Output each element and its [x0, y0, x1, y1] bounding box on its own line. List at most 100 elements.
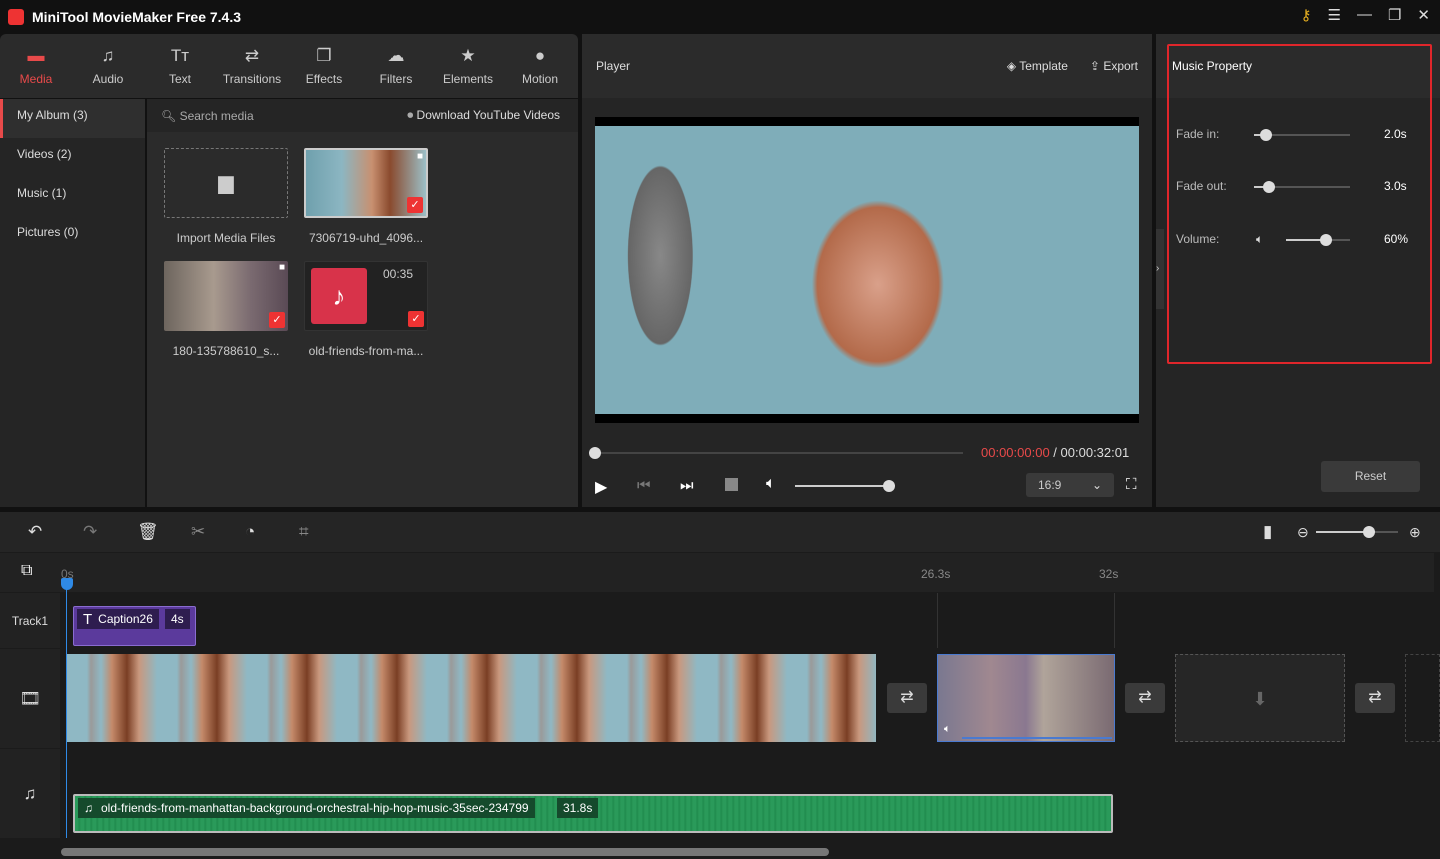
- layers-icon: ◈: [1006, 59, 1020, 73]
- previous-frame-button[interactable]: ⏮: [637, 477, 651, 494]
- import-media-button[interactable]: ▆: [164, 148, 288, 218]
- video-preview: [595, 117, 1139, 423]
- added-check-icon: ✓: [408, 311, 424, 327]
- speaker-icon: 🔈︎: [1256, 231, 1264, 246]
- undo-icon[interactable]: ↶: [28, 522, 42, 542]
- caption-clip[interactable]: T Caption26 4s: [73, 606, 196, 646]
- clip-audio-icon: 🔈︎: [944, 723, 951, 735]
- effects-icon: ❐: [316, 46, 332, 65]
- tab-transitions[interactable]: ⇄ Transitions: [216, 34, 288, 98]
- music-property-title: Music Property: [1172, 59, 1253, 73]
- transition-slot[interactable]: ⇄: [887, 683, 927, 713]
- volume-icon[interactable]: 🔈︎: [766, 475, 776, 493]
- crop-icon[interactable]: ⌗: [299, 522, 309, 542]
- player-panel: Player ◈ Template ⇪ Export 00:00:00:00 /…: [582, 34, 1152, 507]
- speed-icon[interactable]: ◔: [245, 522, 255, 542]
- zoom-in-icon[interactable]: ⊕: [1409, 524, 1421, 541]
- export-button[interactable]: ⇪ Export: [1090, 59, 1138, 73]
- playhead-handle[interactable]: [61, 578, 73, 590]
- sidebar-item-music[interactable]: Music (1): [0, 177, 145, 216]
- stop-button[interactable]: [725, 478, 738, 491]
- fullscreen-icon[interactable]: ⛶: [1126, 476, 1137, 493]
- audio-track-header: ♫: [0, 749, 60, 838]
- music-note-icon: ♫: [84, 801, 93, 815]
- track1-header: Track1: [0, 593, 60, 648]
- search-icon: 🔍︎: [161, 108, 180, 123]
- added-check-icon: ✓: [407, 197, 423, 213]
- empty-clip-placeholder[interactable]: ⬇: [1175, 654, 1345, 742]
- close-icon[interactable]: ✕: [1417, 6, 1430, 24]
- volume-slider[interactable]: [795, 480, 895, 492]
- collapse-panel-handle[interactable]: ›: [1156, 229, 1164, 309]
- split-icon[interactable]: ✂: [191, 522, 205, 542]
- minimize-icon[interactable]: —: [1357, 6, 1372, 24]
- sidebar-item-my-album[interactable]: My Album (3): [0, 99, 145, 138]
- delete-icon[interactable]: 🗑︎: [137, 522, 159, 542]
- media-library: 🔍︎ Search media ⏺ Download YouTube Video…: [147, 99, 578, 507]
- sidebar-item-videos[interactable]: Videos (2): [0, 138, 145, 177]
- music-note-icon: ♫: [23, 783, 37, 803]
- fade-in-slider[interactable]: [1254, 129, 1350, 141]
- key-icon[interactable]: ⚷: [1301, 6, 1312, 24]
- film-icon: 🎞︎: [19, 688, 41, 708]
- zoom-out-icon[interactable]: ⊖: [1297, 524, 1309, 541]
- sidebar-item-pictures[interactable]: Pictures (0): [0, 216, 145, 255]
- search-input[interactable]: 🔍︎ Search media: [161, 109, 254, 123]
- folder-icon: ▬: [27, 46, 45, 65]
- video-clip-2[interactable]: 🔈︎: [937, 654, 1115, 742]
- swap-arrows-icon: ⇄: [244, 46, 260, 65]
- media-toolbar: ▬ Media ♫ Audio Tт Text ⇄ Transitions ❐ Effec…: [0, 34, 578, 98]
- timeline-ruler[interactable]: ⧉ 0s 26.3s 32s: [0, 553, 1434, 592]
- reset-button[interactable]: Reset: [1321, 461, 1420, 492]
- media-item-music[interactable]: ♪ 00:35 ✓: [304, 261, 428, 331]
- timeline-scrollbar[interactable]: [61, 848, 829, 856]
- tab-filters[interactable]: ☁ Filters: [360, 34, 432, 98]
- album-sidebar: My Album (3) Videos (2) Music (1) Pictur…: [0, 99, 145, 507]
- youtube-icon: ⏺: [407, 108, 417, 122]
- transition-slot[interactable]: ⇄: [1355, 683, 1395, 713]
- tab-text[interactable]: Tт Text: [144, 34, 216, 98]
- title-bar: MiniTool MovieMaker Free 7.4.3 ⚷ ☰ — ❐ ✕: [0, 0, 1440, 33]
- app-logo: [8, 8, 24, 25]
- timeline-toolbar: ↶ ↷ 🗑︎ ✂ ◔ ⌗ ▮ ⊖ ⊕: [0, 512, 1440, 552]
- next-frame-button[interactable]: ⏭: [680, 477, 694, 494]
- aspect-ratio-select[interactable]: 16:9 ⌄: [1026, 473, 1114, 497]
- tab-motion[interactable]: ● Motion: [504, 34, 576, 98]
- add-track-icon[interactable]: ⧉: [21, 562, 32, 580]
- elements-icon: ★: [460, 46, 476, 65]
- added-check-icon: ✓: [269, 312, 285, 328]
- tab-media[interactable]: ▬ Media: [0, 34, 72, 98]
- menu-icon[interactable]: ☰: [1328, 6, 1341, 24]
- motion-icon: ●: [534, 46, 546, 65]
- media-item-video-1[interactable]: ■ ✓: [304, 148, 428, 218]
- video-icon: ■: [416, 151, 423, 162]
- upload-icon: ⇪: [1089, 59, 1104, 73]
- video-icon: ■: [278, 262, 285, 273]
- seek-slider[interactable]: [589, 447, 963, 459]
- text-icon: T: [83, 610, 93, 628]
- music-volume-slider[interactable]: [1286, 234, 1350, 246]
- music-property-highlight: [1167, 44, 1432, 364]
- playhead[interactable]: [66, 578, 67, 838]
- media-item-video-2[interactable]: ■ ✓: [164, 261, 288, 331]
- timeline-zoom-slider[interactable]: [1316, 526, 1398, 538]
- text-icon: Tт: [170, 46, 190, 65]
- tab-elements[interactable]: ★ Elements: [432, 34, 504, 98]
- redo-icon[interactable]: ↷: [83, 522, 97, 542]
- fade-out-slider[interactable]: [1254, 181, 1350, 193]
- video-track-header: 🎞︎: [0, 649, 60, 748]
- play-button[interactable]: ▶: [595, 477, 607, 497]
- audio-clip[interactable]: ♫ old-friends-from-manhattan-background-o…: [73, 794, 1113, 833]
- tab-audio[interactable]: ♫ Audio: [72, 34, 144, 98]
- video-clip-1[interactable]: [67, 654, 876, 742]
- music-note-icon: ♫: [101, 46, 115, 65]
- transition-slot[interactable]: ⇄: [1125, 683, 1165, 713]
- fit-timeline-icon[interactable]: ▮: [1263, 522, 1272, 542]
- template-button[interactable]: ◈ Template: [1007, 59, 1068, 73]
- maximize-icon[interactable]: ❐: [1388, 6, 1401, 24]
- download-youtube-button[interactable]: ⏺ Download YouTube Videos: [407, 108, 560, 123]
- download-icon: ⬇: [1252, 689, 1268, 709]
- tab-effects[interactable]: ❐ Effects: [288, 34, 360, 98]
- player-title: Player: [596, 59, 631, 73]
- folder-icon: ▆: [218, 172, 234, 194]
